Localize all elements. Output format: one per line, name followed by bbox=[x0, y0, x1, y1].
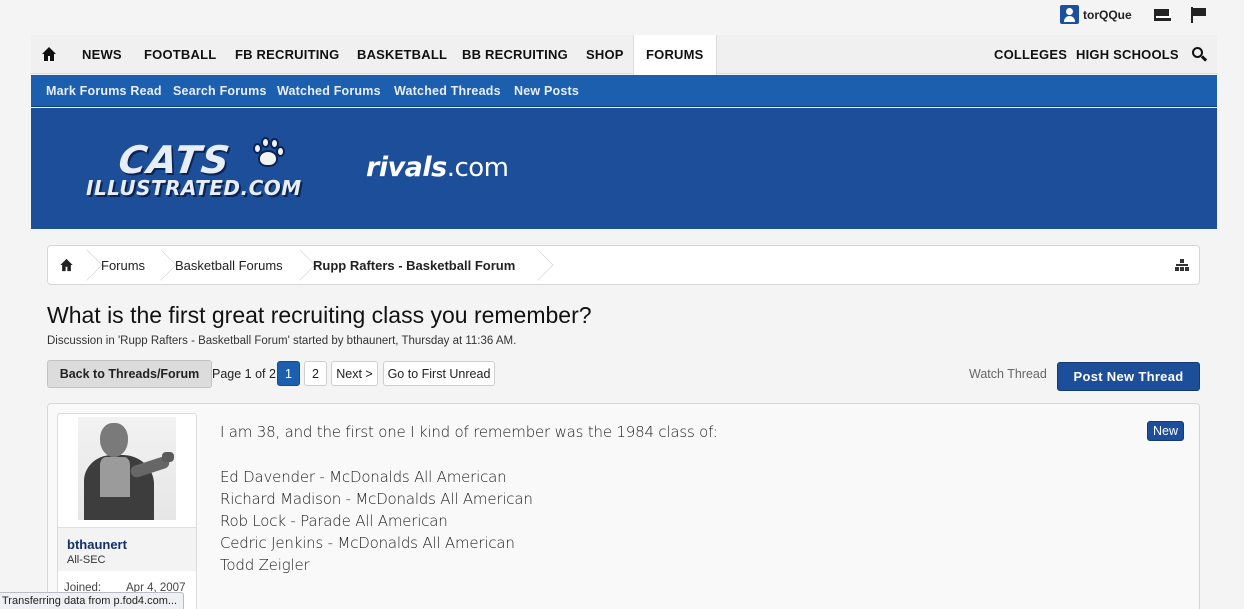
page-1-button[interactable]: 1 bbox=[277, 361, 300, 386]
user-avatar-icon bbox=[1060, 5, 1079, 24]
nav-bb-recruiting[interactable]: BB RECRUITING bbox=[462, 35, 568, 74]
breadcrumb-rupp-rafters[interactable]: Rupp Rafters - Basketball Forum bbox=[313, 246, 515, 284]
page-title: What is the first great recruiting class… bbox=[47, 302, 592, 328]
forum-subnav: Mark Forums Read Search Forums Watched F… bbox=[31, 75, 1217, 107]
breadcrumb: Forums Basketball Forums Rupp Rafters - … bbox=[47, 245, 1200, 285]
envelope-icon[interactable] bbox=[1154, 9, 1171, 21]
post-new-thread-button[interactable]: Post New Thread bbox=[1057, 362, 1200, 391]
rivals-logo[interactable]: rivals.com bbox=[366, 152, 509, 183]
nav-high-schools[interactable]: HIGH SCHOOLS bbox=[1076, 35, 1179, 74]
nav-shop[interactable]: SHOP bbox=[586, 35, 624, 74]
author-rank: All-SEC bbox=[67, 554, 106, 566]
subnav-search-forums[interactable]: Search Forums bbox=[173, 75, 267, 107]
thread-description: Discussion in 'Rupp Rafters - Basketball… bbox=[47, 335, 517, 347]
flag-icon[interactable] bbox=[1191, 7, 1207, 23]
new-post-badge: New bbox=[1147, 421, 1184, 441]
paw-icon bbox=[250, 136, 286, 172]
breadcrumb-forums[interactable]: Forums bbox=[101, 246, 145, 284]
page-indicator: Page 1 of 2 bbox=[212, 367, 276, 381]
go-to-first-unread-button[interactable]: Go to First Unread bbox=[383, 361, 495, 386]
subnav-watched-threads[interactable]: Watched Threads bbox=[394, 75, 501, 107]
breadcrumb-separator bbox=[78, 246, 90, 284]
site-banner: CATS ILLUSTRATED.COM rivals.com bbox=[31, 108, 1217, 229]
subnav-new-posts[interactable]: New Posts bbox=[514, 75, 579, 107]
message-line: Rob Lock - Parade All American bbox=[220, 512, 448, 530]
rivals-logo-text: rivals bbox=[366, 152, 447, 183]
next-page-button[interactable]: Next > bbox=[331, 361, 378, 386]
breadcrumb-separator bbox=[291, 246, 303, 284]
subnav-mark-forums-read[interactable]: Mark Forums Read bbox=[46, 75, 162, 107]
message-line: Ed Davender - McDonalds All American bbox=[220, 468, 507, 486]
forum-post: bthaunert All-SEC Joined: Apr 4, 2007 I … bbox=[47, 403, 1200, 609]
post-author-panel: bthaunert All-SEC Joined: Apr 4, 2007 bbox=[57, 413, 197, 609]
rivals-logo-suffix: .com bbox=[446, 153, 509, 183]
watch-thread-link[interactable]: Watch Thread bbox=[969, 367, 1047, 381]
main-nav: NEWS FOOTBALL FB RECRUITING BASKETBALL B… bbox=[31, 35, 1217, 75]
nav-news[interactable]: NEWS bbox=[82, 35, 122, 74]
nav-basketball[interactable]: BASKETBALL bbox=[357, 35, 447, 74]
back-to-threads-button[interactable]: Back to Threads/Forum bbox=[47, 360, 212, 388]
search-icon[interactable] bbox=[1192, 47, 1208, 62]
breadcrumb-separator bbox=[152, 246, 164, 284]
logo-bottom-text: ILLUSTRATED.COM bbox=[86, 176, 302, 200]
sitemap-icon[interactable] bbox=[1175, 259, 1189, 273]
message-line: I am 38, and the first one I kind of rem… bbox=[220, 423, 718, 441]
author-username[interactable]: bthaunert bbox=[67, 537, 127, 552]
nav-forums[interactable]: FORUMS bbox=[633, 35, 717, 75]
nav-colleges[interactable]: COLLEGES bbox=[994, 35, 1067, 74]
breadcrumb-basketball-forums[interactable]: Basketball Forums bbox=[175, 246, 283, 284]
avatar[interactable] bbox=[78, 417, 176, 520]
message-line: Todd Zeigler bbox=[220, 556, 310, 574]
nav-football[interactable]: FOOTBALL bbox=[144, 35, 216, 74]
author-info: bthaunert All-SEC bbox=[58, 527, 196, 571]
message-line: Richard Madison - McDonalds All American bbox=[220, 490, 533, 508]
message-line: Cedric Jenkins - McDonalds All American bbox=[220, 534, 515, 552]
breadcrumb-separator bbox=[529, 246, 541, 284]
nav-fb-recruiting[interactable]: FB RECRUITING bbox=[235, 35, 339, 74]
user-bar: torQQue bbox=[0, 0, 1244, 34]
subnav-watched-forums[interactable]: Watched Forums bbox=[277, 75, 381, 107]
page-2-button[interactable]: 2 bbox=[304, 361, 327, 386]
home-icon[interactable] bbox=[41, 46, 57, 62]
username-label: torQQue bbox=[1083, 7, 1132, 22]
browser-status-bar: Transferring data from p.fod4.com... bbox=[0, 592, 185, 609]
user-menu[interactable]: torQQue bbox=[1060, 5, 1132, 24]
